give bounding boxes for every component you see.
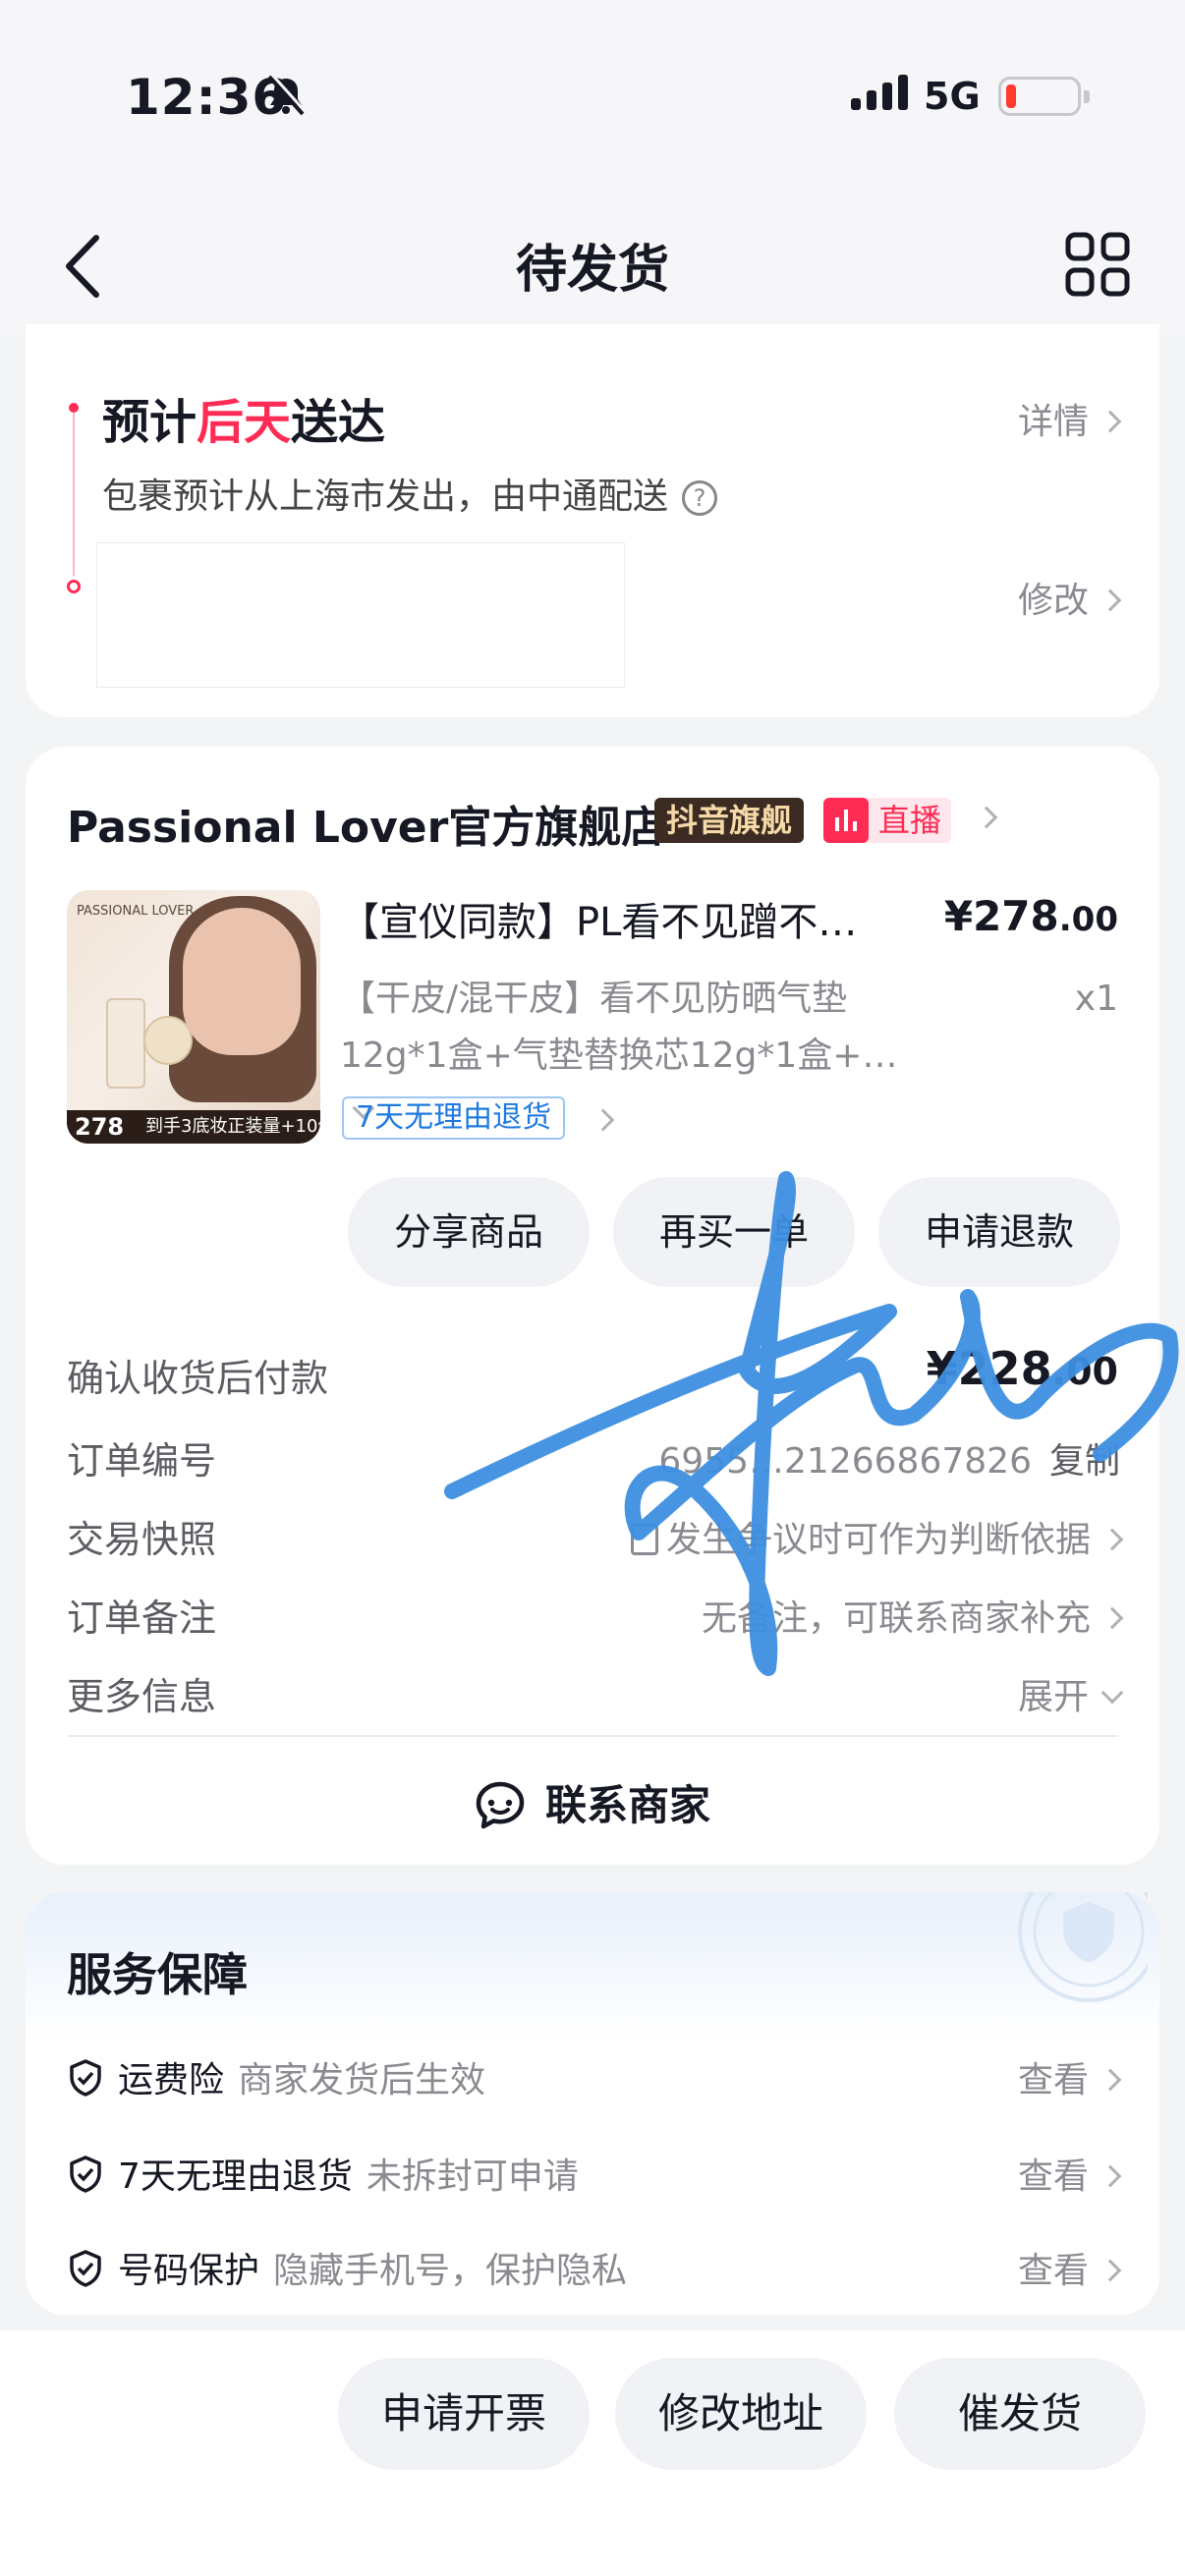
bottom-action-bar: 申请开票 修改地址 催发货 [0, 2330, 1185, 2576]
chevron-right-icon [1099, 410, 1122, 433]
store-name[interactable]: Passional Lover官方旗舰店 [67, 792, 664, 855]
payment-label: 确认收货后付款 [67, 1357, 329, 1400]
urge-shipment-button[interactable]: 催发货 [894, 2358, 1146, 2470]
bell-muted-icon [267, 73, 308, 116]
chevron-right-icon[interactable] [975, 806, 998, 829]
service-card: 服务保障 运费险 商家发货后生效 查看 7天无理由退货 未拆封可申请 查看 号码保护… [26, 1892, 1159, 2315]
contact-merchant-button[interactable]: 联系商家 [26, 1772, 1159, 1832]
product-price: ¥278.00 [943, 892, 1118, 940]
address-redaction [96, 542, 625, 688]
signal-icon [851, 75, 908, 110]
chevron-right-icon [1100, 1528, 1124, 1551]
divider [67, 1735, 1118, 1737]
shield-check-icon [70, 2250, 101, 2287]
battery-icon [998, 77, 1090, 116]
chevron-right-icon [1099, 588, 1122, 612]
chat-icon [476, 1781, 525, 1829]
chevron-right-icon [1099, 2068, 1122, 2092]
order-no-value: 6955…21266867826 复制 [658, 1441, 1120, 1482]
detail-link[interactable]: 详情 [1018, 393, 1122, 444]
order-no-label: 订单编号 [67, 1439, 217, 1483]
timeline-dot [69, 403, 79, 413]
invoice-button[interactable]: 申请开票 [338, 2358, 590, 2470]
timeline-dot-address [67, 580, 81, 593]
copy-button[interactable]: 复制 [1049, 1441, 1120, 1482]
delivery-card: 预计后天送达 详情 包裹预计从上海市发出，由中通配送? 2 修改 [26, 324, 1159, 717]
remark-link[interactable]: 无备注，可联系商家补充 [702, 1590, 1124, 1641]
service-freight-view[interactable]: 查看 [1018, 2051, 1122, 2102]
ship-info: 包裹预计从上海市发出，由中通配送? [102, 468, 718, 519]
more-info-toggle[interactable]: 展开 [1018, 1668, 1124, 1719]
return-policy-tag[interactable]: 7天无理由退货 [342, 1096, 566, 1140]
nav-bar: 待发货 [0, 196, 1185, 334]
snapshot-label: 交易快照 [67, 1518, 217, 1561]
service-item-freight: 运费险 商家发货后生效 [67, 2051, 485, 2102]
more-info-label: 更多信息 [67, 1675, 217, 1718]
product-title[interactable]: 【宣仪同款】PL看不见蹭不… [340, 890, 890, 947]
help-icon[interactable]: ? [682, 480, 718, 516]
shield-check-icon [70, 2156, 101, 2193]
eta-text: 预计后天送达 [102, 395, 386, 450]
network-label: 5G [924, 75, 981, 118]
order-card: Passional Lover官方旗舰店 抖音旗舰 直播 PASSIONAL L… [26, 747, 1159, 1865]
flagship-badge: 抖音旗舰 [654, 798, 805, 843]
change-address-button[interactable]: 修改地址 [615, 2358, 867, 2470]
remark-label: 订单备注 [67, 1596, 217, 1640]
live-icon [823, 798, 869, 843]
product-qty: x1 [1074, 979, 1118, 1019]
document-icon [630, 1524, 658, 1555]
page-title: 待发货 [515, 241, 669, 300]
service-item-return: 7天无理由退货 未拆封可申请 [67, 2148, 579, 2199]
status-bar: 12:36 5G [0, 0, 1185, 196]
chevron-right-icon [1099, 2164, 1122, 2188]
share-product-button[interactable]: 分享商品 [348, 1177, 590, 1287]
timeline-line [73, 413, 75, 576]
rebuy-button[interactable]: 再买一单 [613, 1177, 855, 1287]
snapshot-link[interactable]: 发生争议时可作为判断依据 [630, 1511, 1124, 1562]
service-return-view[interactable]: 查看 [1018, 2148, 1122, 2199]
product-image[interactable]: PASSIONAL LOVER 到手3底妆正装量+10件 278 [67, 890, 320, 1144]
chevron-down-icon [1100, 1681, 1124, 1705]
service-item-privacy: 号码保护 隐藏手机号，保护隐私 [67, 2242, 627, 2293]
live-badge: 直播 [823, 798, 951, 843]
service-title: 服务保障 [67, 1948, 248, 2001]
shield-check-icon [70, 2059, 101, 2097]
chevron-right-icon [1100, 1606, 1124, 1630]
service-privacy-view[interactable]: 查看 [1018, 2242, 1122, 2293]
payment-amount: ¥228.00 [926, 1342, 1118, 1395]
refund-button[interactable]: 申请退款 [878, 1177, 1120, 1287]
chevron-right-icon [1099, 2259, 1122, 2282]
shield-watermark-icon [1018, 1892, 1148, 2002]
modify-address-link[interactable]: 修改 [1018, 572, 1122, 623]
grid-icon[interactable] [1065, 232, 1130, 297]
